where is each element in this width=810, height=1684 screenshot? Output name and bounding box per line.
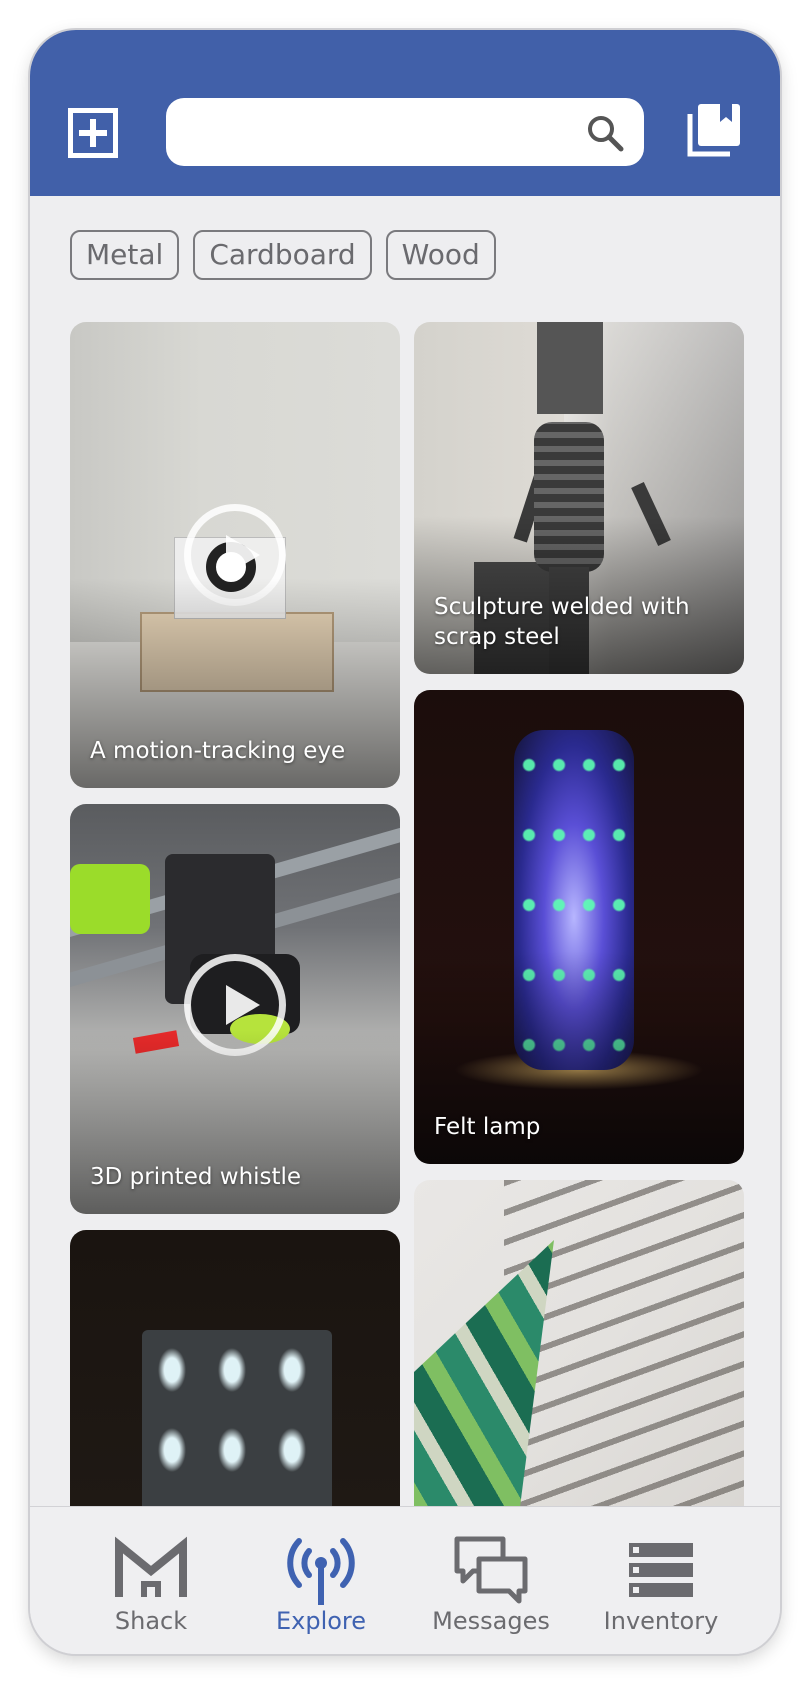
bookmark-stack-icon [687,104,740,157]
filter-chip-cardboard[interactable]: Cardboard [193,230,372,280]
tab-label: Explore [275,1607,367,1635]
broadcast-icon [287,1538,355,1605]
tab-label: Messages [432,1607,550,1635]
list-icon [629,1543,693,1597]
search-input[interactable] [188,106,572,158]
filter-chip-metal[interactable]: Metal [70,230,180,280]
project-card[interactable] [414,1180,744,1560]
tab-messages[interactable]: Messages [406,1535,576,1635]
tab-shack[interactable]: Shack [66,1535,236,1635]
top-bar [30,30,780,196]
card-caption: Sculpture welded with scrap steel [434,594,690,650]
project-card[interactable]: Felt lamp [414,690,744,1164]
project-card[interactable]: 3D printed whistle [70,804,400,1214]
project-card[interactable]: A motion-tracking eye [70,322,400,788]
card-caption: A motion-tracking eye [90,738,346,764]
bottom-tab-bar: Shack Explore Messages Inventory [30,1506,780,1654]
add-project-button[interactable] [68,108,118,158]
project-card[interactable]: Sculpture welded with scrap steel [414,322,744,674]
tab-explore[interactable]: Explore [236,1535,406,1635]
filter-chips: Metal Cardboard Wood [70,230,496,280]
chat-icon [454,1536,528,1604]
shack-icon [115,1536,187,1597]
filter-chip-wood[interactable]: Wood [385,230,496,280]
library-button[interactable] [686,102,742,158]
card-caption: 3D printed whistle [90,1164,302,1190]
app-screen: Metal Cardboard Wood A motion-tracking e… [30,30,780,1654]
tab-label: Inventory [603,1607,719,1635]
tab-inventory[interactable]: Inventory [576,1535,746,1635]
plus-square-icon [68,108,118,158]
search-bar [166,98,644,166]
card-caption: Felt lamp [434,1114,541,1140]
tab-label: Shack [114,1607,188,1635]
search-icon[interactable] [586,114,624,152]
